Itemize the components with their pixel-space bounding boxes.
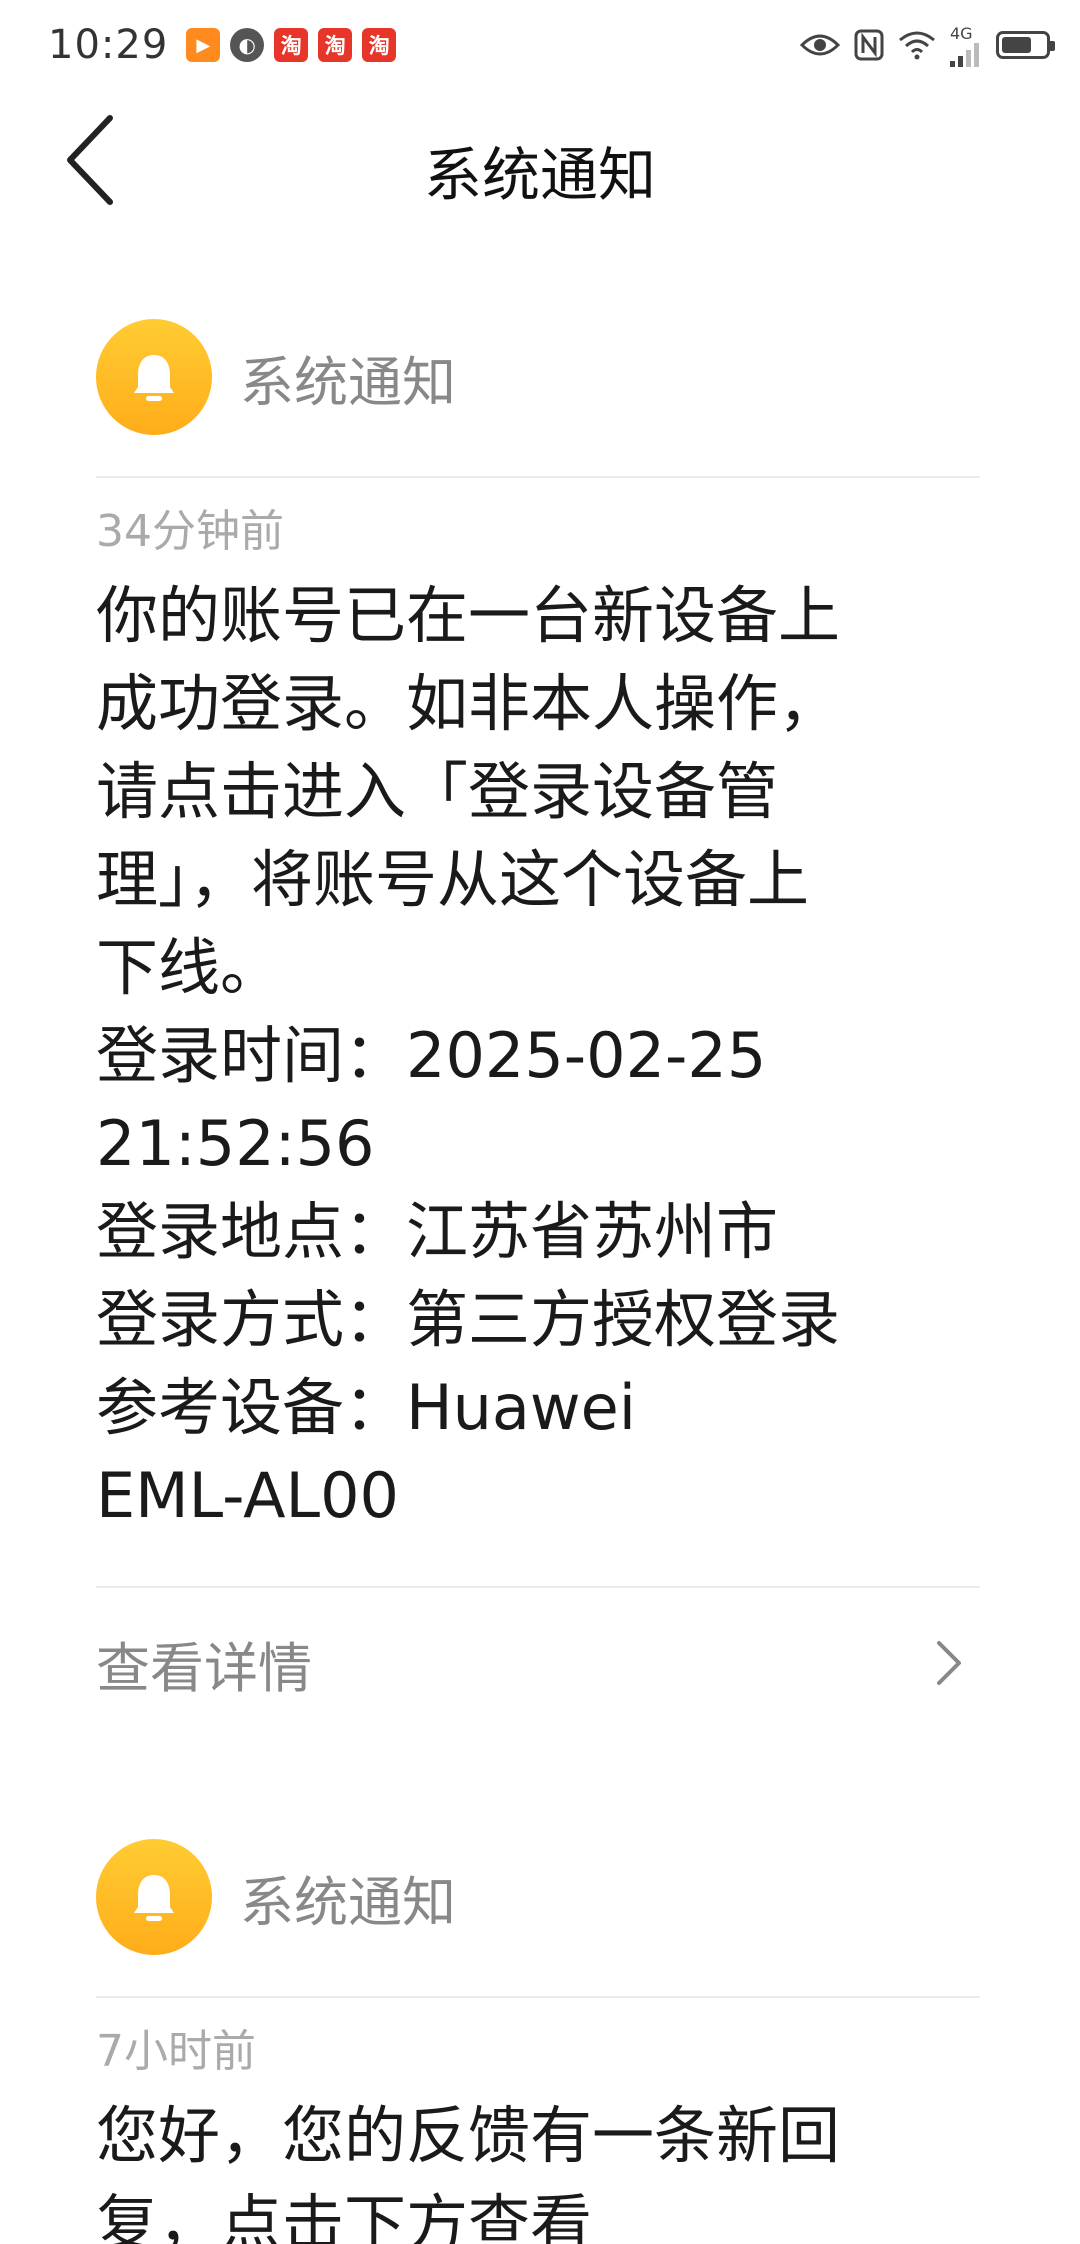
notification-header: 系统通知 (96, 318, 980, 436)
browser-app-icon: ◐ (230, 28, 265, 62)
notification-sender: 系统通知 (240, 1870, 456, 1934)
body-line: 请点击进入「登录设备管 (96, 755, 779, 828)
body-line: 下线。 (96, 931, 283, 1004)
video-app-icon: ▶ (186, 28, 221, 62)
notification-header: 系统通知 (96, 1838, 980, 1956)
login-time-line: 21:52:56 (96, 1107, 375, 1180)
body-line: 复，点击下方查看 (96, 2187, 593, 2244)
chevron-right-icon (937, 1641, 961, 1685)
view-details-label: 查看详情 (96, 1636, 312, 1700)
notification-body: 您好，您的反馈有一条新回 复，点击下方查看 (96, 2092, 980, 2244)
body-line: 理」，将账号从这个设备上 (96, 843, 810, 916)
eye-icon (800, 31, 840, 59)
body-line: 成功登录。如非本人操作， (96, 667, 841, 740)
notification-card: 系统通知 7小时前 您好，您的反馈有一条新回 复，点击下方查看 (96, 1838, 980, 2244)
bell-icon (96, 1839, 212, 1955)
login-device-line: EML-AL00 (96, 1459, 399, 1532)
screen: 10:29 ▶ ◐ 淘 淘 淘 4G 系统通知 系统通知 34分钟前 你的账号已… (0, 0, 1080, 2244)
status-right: 4G (800, 24, 1055, 67)
divider (96, 1996, 980, 1998)
status-bar: 10:29 ▶ ◐ 淘 淘 淘 4G (0, 0, 1080, 90)
login-time-line: 登录时间：2025-02-25 (96, 1019, 767, 1092)
taobao-app-icon: 淘 (274, 28, 309, 62)
divider (96, 476, 980, 478)
notification-time: 34分钟前 (96, 506, 284, 557)
battery-icon (996, 31, 1055, 59)
body-line: 您好，您的反馈有一条新回 (96, 2099, 841, 2172)
notification-card: 系统通知 34分钟前 你的账号已在一台新设备上 成功登录。如非本人操作， 请点击… (96, 318, 980, 1738)
bell-icon (96, 319, 212, 435)
taobao-app-icon: 淘 (362, 28, 397, 62)
status-left: 10:29 ▶ ◐ 淘 淘 淘 (48, 22, 397, 68)
body-line: 你的账号已在一台新设备上 (96, 579, 841, 652)
login-method-line: 登录方式：第三方授权登录 (96, 1283, 841, 1356)
notification-time: 7小时前 (96, 2026, 256, 2077)
battery-level (1002, 37, 1032, 53)
notification-sender: 系统通知 (240, 350, 456, 414)
status-time: 10:29 (48, 22, 169, 68)
login-device-line: 参考设备：Huawei (96, 1371, 636, 1444)
view-details-button[interactable]: 查看详情 (96, 1588, 980, 1738)
wifi-icon (898, 30, 936, 60)
network-type-label: 4G (950, 23, 973, 43)
notification-body: 你的账号已在一台新设备上 成功登录。如非本人操作， 请点击进入「登录设备管 理」… (96, 572, 980, 1540)
signal-icon: 4G (950, 24, 982, 67)
nfc-icon (854, 29, 884, 61)
nav-bar: 系统通知 (0, 90, 1080, 230)
login-location-line: 登录地点：江苏省苏州市 (96, 1195, 779, 1268)
taobao-app-icon: 淘 (318, 28, 353, 62)
page-title: 系统通知 (423, 141, 656, 209)
